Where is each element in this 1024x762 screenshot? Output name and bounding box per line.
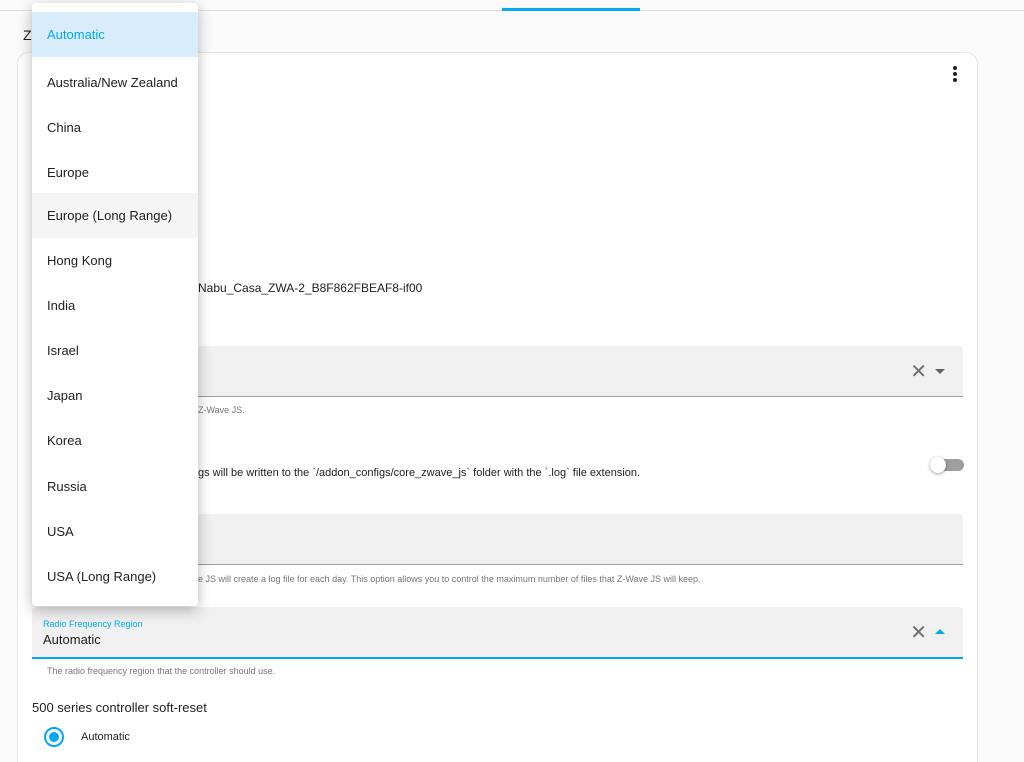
rf-region-label: Radio Frequency Region: [43, 619, 143, 629]
caret-up-icon[interactable]: [935, 629, 945, 634]
rf-region-dropdown-menu: Automatic Australia/New Zealand China Eu…: [32, 3, 198, 606]
radio-dot: [49, 732, 59, 742]
rf-region-value: Automatic: [43, 632, 101, 647]
device-path: Nabu_Casa_ZWA-2_B8F862FBEAF8-if00: [198, 281, 423, 295]
dropdown-option[interactable]: Korea: [32, 418, 198, 463]
dropdown-option[interactable]: Australia/New Zealand: [32, 60, 198, 105]
dropdown-option[interactable]: USA: [32, 509, 198, 554]
section-title: Z: [23, 27, 32, 43]
dropdown-option[interactable]: Israel: [32, 328, 198, 373]
dropdown-option[interactable]: Hong Kong: [32, 238, 198, 283]
dropdown-option[interactable]: China: [32, 105, 198, 150]
dropdown-option[interactable]: USA (Long Range): [32, 554, 198, 599]
soft-reset-radio-automatic[interactable]: [44, 727, 64, 747]
dropdown-option[interactable]: Europe: [32, 150, 198, 195]
field-1-helper: Z-Wave JS.: [198, 405, 245, 415]
toggle-thumb: [930, 457, 946, 473]
kebab-menu-icon[interactable]: [947, 64, 963, 84]
active-tab-indicator: [502, 8, 640, 11]
dropdown-option[interactable]: Japan: [32, 373, 198, 418]
rf-region-helper: The radio frequency region that the cont…: [47, 666, 276, 676]
dropdown-option[interactable]: India: [32, 283, 198, 328]
soft-reset-title: 500 series controller soft-reset: [32, 700, 207, 715]
dropdown-option[interactable]: Automatic: [32, 12, 198, 57]
close-icon[interactable]: ✕: [910, 362, 927, 382]
close-icon[interactable]: ✕: [910, 623, 927, 643]
soft-reset-option-label: Automatic: [81, 731, 130, 743]
rf-region-select[interactable]: Radio Frequency Region Automatic ✕: [32, 607, 963, 659]
dropdown-option[interactable]: Russia: [32, 464, 198, 509]
log-to-file-description: gs will be written to the `/addon_config…: [198, 467, 641, 479]
caret-down-icon[interactable]: [935, 369, 945, 374]
log-to-file-toggle[interactable]: [930, 457, 964, 473]
field-2-helper: e JS will create a log file for each day…: [198, 574, 701, 584]
dropdown-option[interactable]: Europe (Long Range): [32, 193, 198, 238]
